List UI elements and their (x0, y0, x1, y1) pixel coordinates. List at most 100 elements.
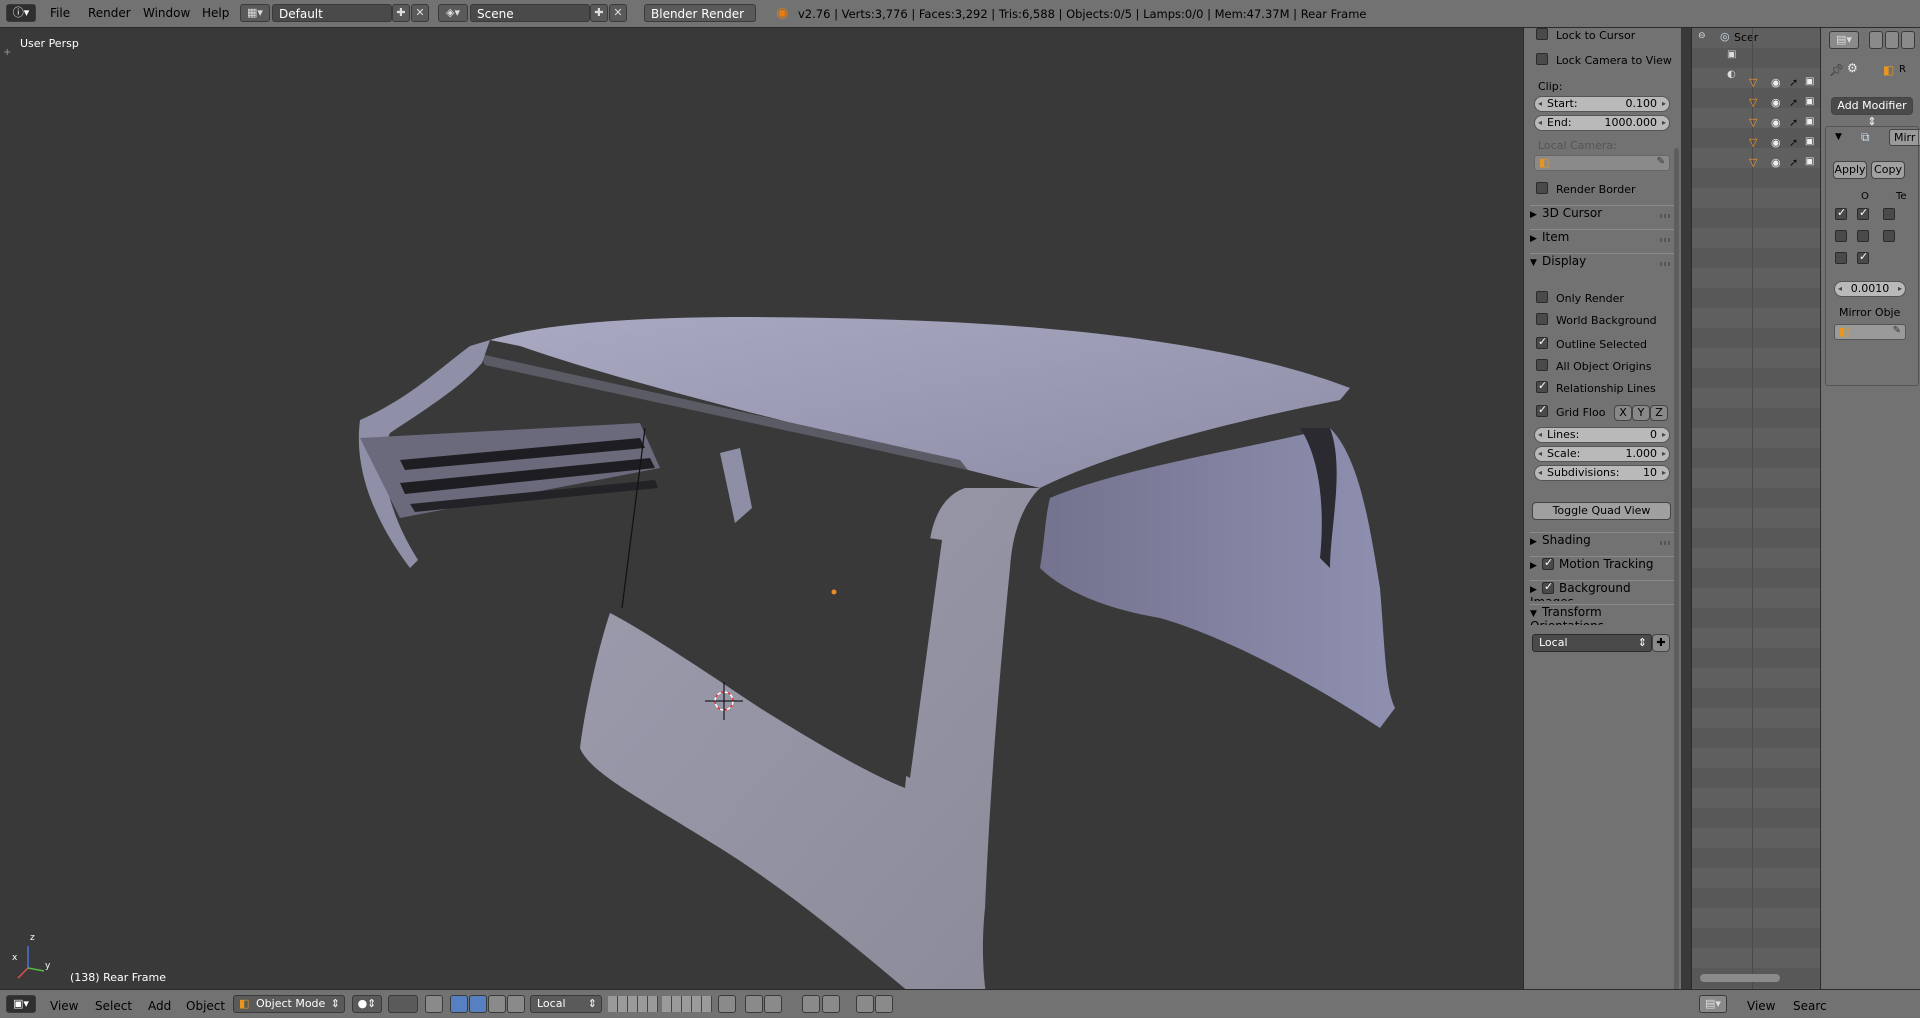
viewport-shading-select[interactable]: ●⇕ (352, 995, 382, 1013)
outliner-scene-label[interactable]: Scer (1734, 31, 1758, 44)
render-camera-icon[interactable]: ▣ (1805, 136, 1814, 147)
car-frame-mesh[interactable] (0, 28, 1523, 989)
toggle-quad-view-button[interactable]: Toggle Quad View (1532, 502, 1671, 520)
menu-view[interactable]: View (50, 999, 78, 1013)
falloff-icon[interactable] (764, 995, 782, 1013)
scene-add-icon[interactable]: ✚ (590, 4, 608, 22)
grid-floor-checkbox[interactable] (1536, 403, 1548, 417)
section-transform-orientations[interactable]: ▼Transform Orientations (1530, 604, 1676, 625)
section-background-images[interactable]: ▶Background Images (1530, 580, 1676, 601)
render-border-checkbox[interactable] (1536, 182, 1548, 194)
grid-subdivisions-field[interactable]: ◂ Subdivisions: 10 ▸ (1534, 465, 1670, 481)
layout-browse-button[interactable]: ▦▾ (240, 4, 270, 22)
pivot-point-select[interactable] (388, 995, 418, 1013)
info-editor-type-button[interactable]: ⓘ▾ (6, 4, 36, 22)
mesh-object-icon[interactable]: ▽ (1749, 116, 1757, 129)
menu-file[interactable]: File (50, 6, 70, 20)
section-item[interactable]: ▶ Item (1530, 229, 1676, 250)
outline-selected-checkbox[interactable] (1536, 335, 1548, 349)
relationship-lines-checkbox[interactable] (1536, 379, 1548, 393)
menu-object[interactable]: Object (186, 999, 225, 1013)
outliner-display-mode[interactable]: Searc (1793, 999, 1827, 1013)
lock-camera-checkbox[interactable] (1536, 53, 1548, 65)
select-cursor-icon[interactable]: ➚ (1789, 76, 1798, 89)
layout-name-field[interactable]: Default (272, 4, 392, 22)
properties-tab-icon[interactable] (1885, 31, 1899, 49)
mesh-object-icon[interactable]: ▽ (1749, 136, 1757, 149)
editor-type-button[interactable]: ▣▾ (6, 995, 36, 1013)
outliner-horizontal-scrollbar[interactable] (1700, 974, 1780, 982)
snap-toggle-icon[interactable] (802, 995, 820, 1013)
clip-start-field[interactable]: ◂ Start: 0.100 ▸ (1534, 96, 1670, 112)
grid-axis-y-button[interactable]: Y (1632, 405, 1650, 421)
snap-element-icon[interactable] (822, 995, 840, 1013)
section-display[interactable]: ▼ Display (1530, 253, 1676, 274)
menu-help[interactable]: Help (202, 6, 229, 20)
mesh-object-icon[interactable]: ▽ (1749, 76, 1757, 89)
all-object-origins-checkbox[interactable] (1536, 359, 1548, 371)
area-split-handle[interactable] (1683, 990, 1691, 1018)
section-shading[interactable]: ▶ Shading (1530, 532, 1676, 553)
section-motion-tracking[interactable]: ▶Motion Tracking (1530, 556, 1676, 577)
mesh-object-icon[interactable]: ▽ (1749, 96, 1757, 109)
collapse-icon[interactable]: ⊖ (1698, 31, 1706, 41)
properties-editor-type-button[interactable]: ▤▾ (1829, 31, 1859, 49)
scene-name-field[interactable]: Scene (470, 4, 590, 22)
add-modifier-button[interactable]: Add Modifier ⇕ (1831, 97, 1913, 128)
clip-end-field[interactable]: ◂ End: 1000.000 ▸ (1534, 115, 1670, 131)
mesh-object-icon[interactable]: ▽ (1749, 156, 1757, 169)
section-3d-cursor[interactable]: ▶ 3D Cursor (1530, 205, 1676, 226)
visibility-eye-icon[interactable]: ◉ (1771, 96, 1781, 109)
menu-select[interactable]: Select (95, 999, 132, 1013)
scene-browse-button[interactable]: ◈▾ (438, 4, 468, 22)
layout-close-icon[interactable]: ✕ (411, 4, 429, 22)
grid-scale-field[interactable]: ◂ Scale: 1.000 ▸ (1534, 446, 1670, 462)
properties-tab-icon[interactable] (1901, 31, 1915, 49)
scene-layers-grid[interactable] (608, 996, 658, 1012)
outliner-menu-view[interactable]: View (1747, 999, 1775, 1013)
proportional-editing-icon[interactable] (745, 995, 763, 1013)
opengl-render-icon[interactable] (856, 995, 874, 1013)
layer-lock-icon[interactable] (718, 995, 736, 1013)
3d-viewport[interactable]: User Persp + z x y (138) Rear Frame (0, 28, 1523, 989)
pin-icon[interactable]: 📌︎ (1829, 63, 1844, 77)
grid-axis-z-button[interactable]: Z (1650, 405, 1668, 421)
grid-axis-x-button[interactable]: X (1614, 405, 1632, 421)
grid-lines-field[interactable]: ◂ Lines: 0 ▸ (1534, 427, 1670, 443)
only-selected-icon[interactable] (425, 995, 443, 1013)
select-cursor-icon[interactable]: ➚ (1789, 116, 1798, 129)
render-engine-select[interactable]: Blender Render (644, 4, 756, 22)
layout-add-icon[interactable]: ✚ (392, 4, 410, 22)
select-cursor-icon[interactable]: ➚ (1789, 156, 1798, 169)
panel-scrollbar[interactable] (1674, 148, 1679, 1008)
select-cursor-icon[interactable]: ➚ (1789, 136, 1798, 149)
opengl-animation-icon[interactable] (875, 995, 893, 1013)
scene-layers-grid[interactable] (662, 996, 712, 1012)
properties-tab-icon[interactable] (1869, 31, 1883, 49)
local-camera-field[interactable]: ◧ ✎ (1534, 155, 1670, 171)
scale-manipulator-icon[interactable] (507, 995, 525, 1013)
only-render-checkbox[interactable] (1536, 291, 1548, 303)
menu-add[interactable]: Add (148, 999, 171, 1013)
menu-render[interactable]: Render (88, 6, 131, 20)
lock-to-cursor-checkbox[interactable] (1536, 28, 1548, 40)
manipulator-toggle-icon[interactable] (450, 995, 468, 1013)
visibility-eye-icon[interactable]: ◉ (1771, 76, 1781, 89)
menu-window[interactable]: Window (143, 6, 190, 20)
add-orientation-icon[interactable]: ✚ (1652, 634, 1670, 652)
render-camera-icon[interactable]: ▣ (1805, 76, 1814, 87)
translate-manipulator-icon[interactable] (469, 995, 487, 1013)
rotate-manipulator-icon[interactable] (488, 995, 506, 1013)
eyedropper-icon[interactable]: ✎ (1657, 156, 1665, 167)
visibility-eye-icon[interactable]: ◉ (1771, 156, 1781, 169)
manipulator-orientation-select[interactable]: Local ⇕ (530, 995, 602, 1013)
select-cursor-icon[interactable]: ➚ (1789, 96, 1798, 109)
world-background-checkbox[interactable] (1536, 313, 1548, 325)
transform-orientation-select[interactable]: Local ⇕ (1532, 634, 1652, 652)
scene-close-icon[interactable]: ✕ (609, 4, 627, 22)
render-camera-icon[interactable]: ▣ (1805, 156, 1814, 167)
render-camera-icon[interactable]: ▣ (1805, 96, 1814, 107)
interaction-mode-select[interactable]: ◧ Object Mode ⇕ (233, 995, 345, 1013)
render-camera-icon[interactable]: ▣ (1805, 116, 1814, 127)
visibility-eye-icon[interactable]: ◉ (1771, 116, 1781, 129)
